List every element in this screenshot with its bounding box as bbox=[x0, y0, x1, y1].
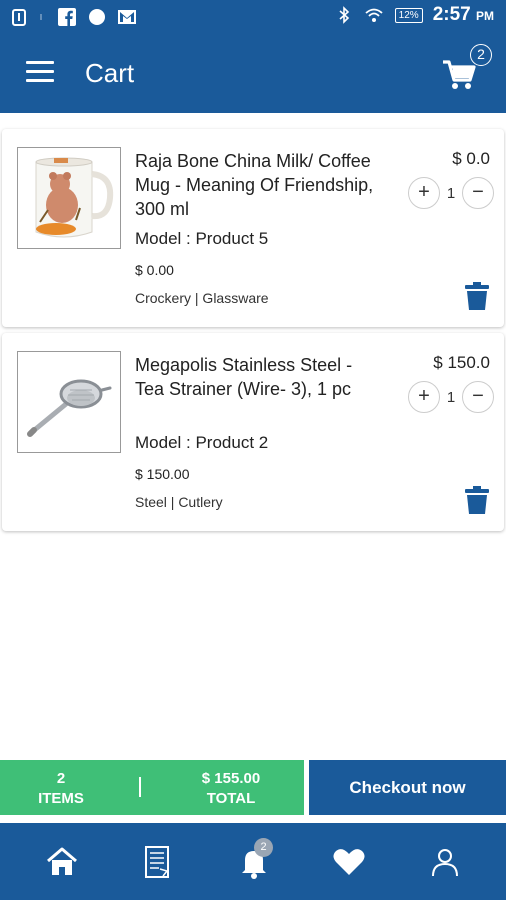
cart-item: Raja Bone China Milk/ Coffee Mug - Meani… bbox=[2, 129, 504, 327]
status-bar-system: 12% 2:57 PM bbox=[335, 4, 494, 26]
wifi-icon bbox=[365, 8, 383, 22]
heart-icon[interactable] bbox=[331, 845, 367, 879]
more-vert-icon bbox=[40, 14, 42, 20]
product-unit-price: $ 150.00 bbox=[135, 466, 190, 482]
clock-ampm: PM bbox=[476, 9, 494, 23]
cart-count-badge: 2 bbox=[470, 44, 492, 66]
decrease-qty-button[interactable]: − bbox=[462, 381, 494, 413]
line-total: $ 0.0 bbox=[452, 149, 490, 168]
cart-list: Raja Bone China Milk/ Coffee Mug - Meani… bbox=[0, 125, 506, 537]
profile-icon[interactable] bbox=[427, 845, 463, 879]
mug-image bbox=[18, 148, 120, 248]
product-model: Model : Product 5 bbox=[135, 229, 269, 248]
home-icon[interactable] bbox=[44, 845, 80, 879]
increase-qty-button[interactable]: + bbox=[408, 381, 440, 413]
status-bar: 12% 2:57 PM bbox=[0, 0, 506, 35]
circle-icon bbox=[89, 9, 105, 25]
product-categories: Crockery | Glassware bbox=[135, 290, 269, 306]
product-categories: Steel | Cutlery bbox=[135, 494, 223, 510]
increase-qty-button[interactable]: + bbox=[408, 177, 440, 209]
checkout-button[interactable]: Checkout now bbox=[309, 760, 506, 815]
product-image[interactable] bbox=[17, 147, 121, 249]
quantity-stepper: + 1 − bbox=[408, 177, 494, 209]
notification-badge: 2 bbox=[254, 838, 273, 857]
quantity-value: 1 bbox=[446, 184, 456, 202]
bottom-nav: 2 bbox=[0, 823, 506, 900]
facebook-icon bbox=[58, 8, 76, 26]
strainer-image bbox=[18, 352, 120, 452]
quantity-value: 1 bbox=[446, 388, 456, 406]
page-title: Cart bbox=[85, 58, 135, 88]
app-bar: Cart 2 bbox=[0, 35, 506, 113]
gmail-icon bbox=[118, 10, 136, 24]
hamburger-menu-icon[interactable] bbox=[26, 61, 54, 83]
product-unit-price: $ 0.00 bbox=[135, 262, 174, 278]
cart-item: Megapolis Stainless Steel - Tea Strainer… bbox=[2, 333, 504, 531]
quantity-stepper: + 1 − bbox=[408, 381, 494, 413]
items-count: 2 bbox=[56, 770, 66, 787]
line-total: $ 150.0 bbox=[433, 353, 490, 372]
trash-icon[interactable] bbox=[464, 485, 490, 515]
summary-divider bbox=[139, 777, 141, 797]
clock-time: 2:57 bbox=[432, 4, 471, 25]
items-summary: 2 ITEMS bbox=[0, 769, 122, 809]
status-bar-notifications bbox=[10, 8, 136, 26]
product-model: Model : Product 2 bbox=[135, 433, 269, 452]
cart-summary: 2 ITEMS $ 155.00 TOTAL bbox=[0, 760, 304, 815]
sim-icon bbox=[12, 9, 26, 26]
trash-icon[interactable] bbox=[464, 281, 490, 311]
total-value: $ 155.00 bbox=[201, 770, 261, 787]
decrease-qty-button[interactable]: − bbox=[462, 177, 494, 209]
items-label: ITEMS bbox=[38, 790, 84, 807]
orders-icon[interactable] bbox=[139, 845, 175, 879]
battery-indicator: 12% bbox=[394, 7, 423, 23]
total-label: TOTAL bbox=[206, 790, 256, 807]
total-summary: $ 155.00 TOTAL bbox=[160, 769, 302, 809]
product-name[interactable]: Megapolis Stainless Steel - Tea Strainer… bbox=[135, 353, 375, 401]
clock: 2:57 PM bbox=[433, 4, 494, 26]
bluetooth-icon bbox=[339, 6, 349, 24]
product-name[interactable]: Raja Bone China Milk/ Coffee Mug - Meani… bbox=[135, 149, 375, 221]
product-image[interactable] bbox=[17, 351, 121, 453]
